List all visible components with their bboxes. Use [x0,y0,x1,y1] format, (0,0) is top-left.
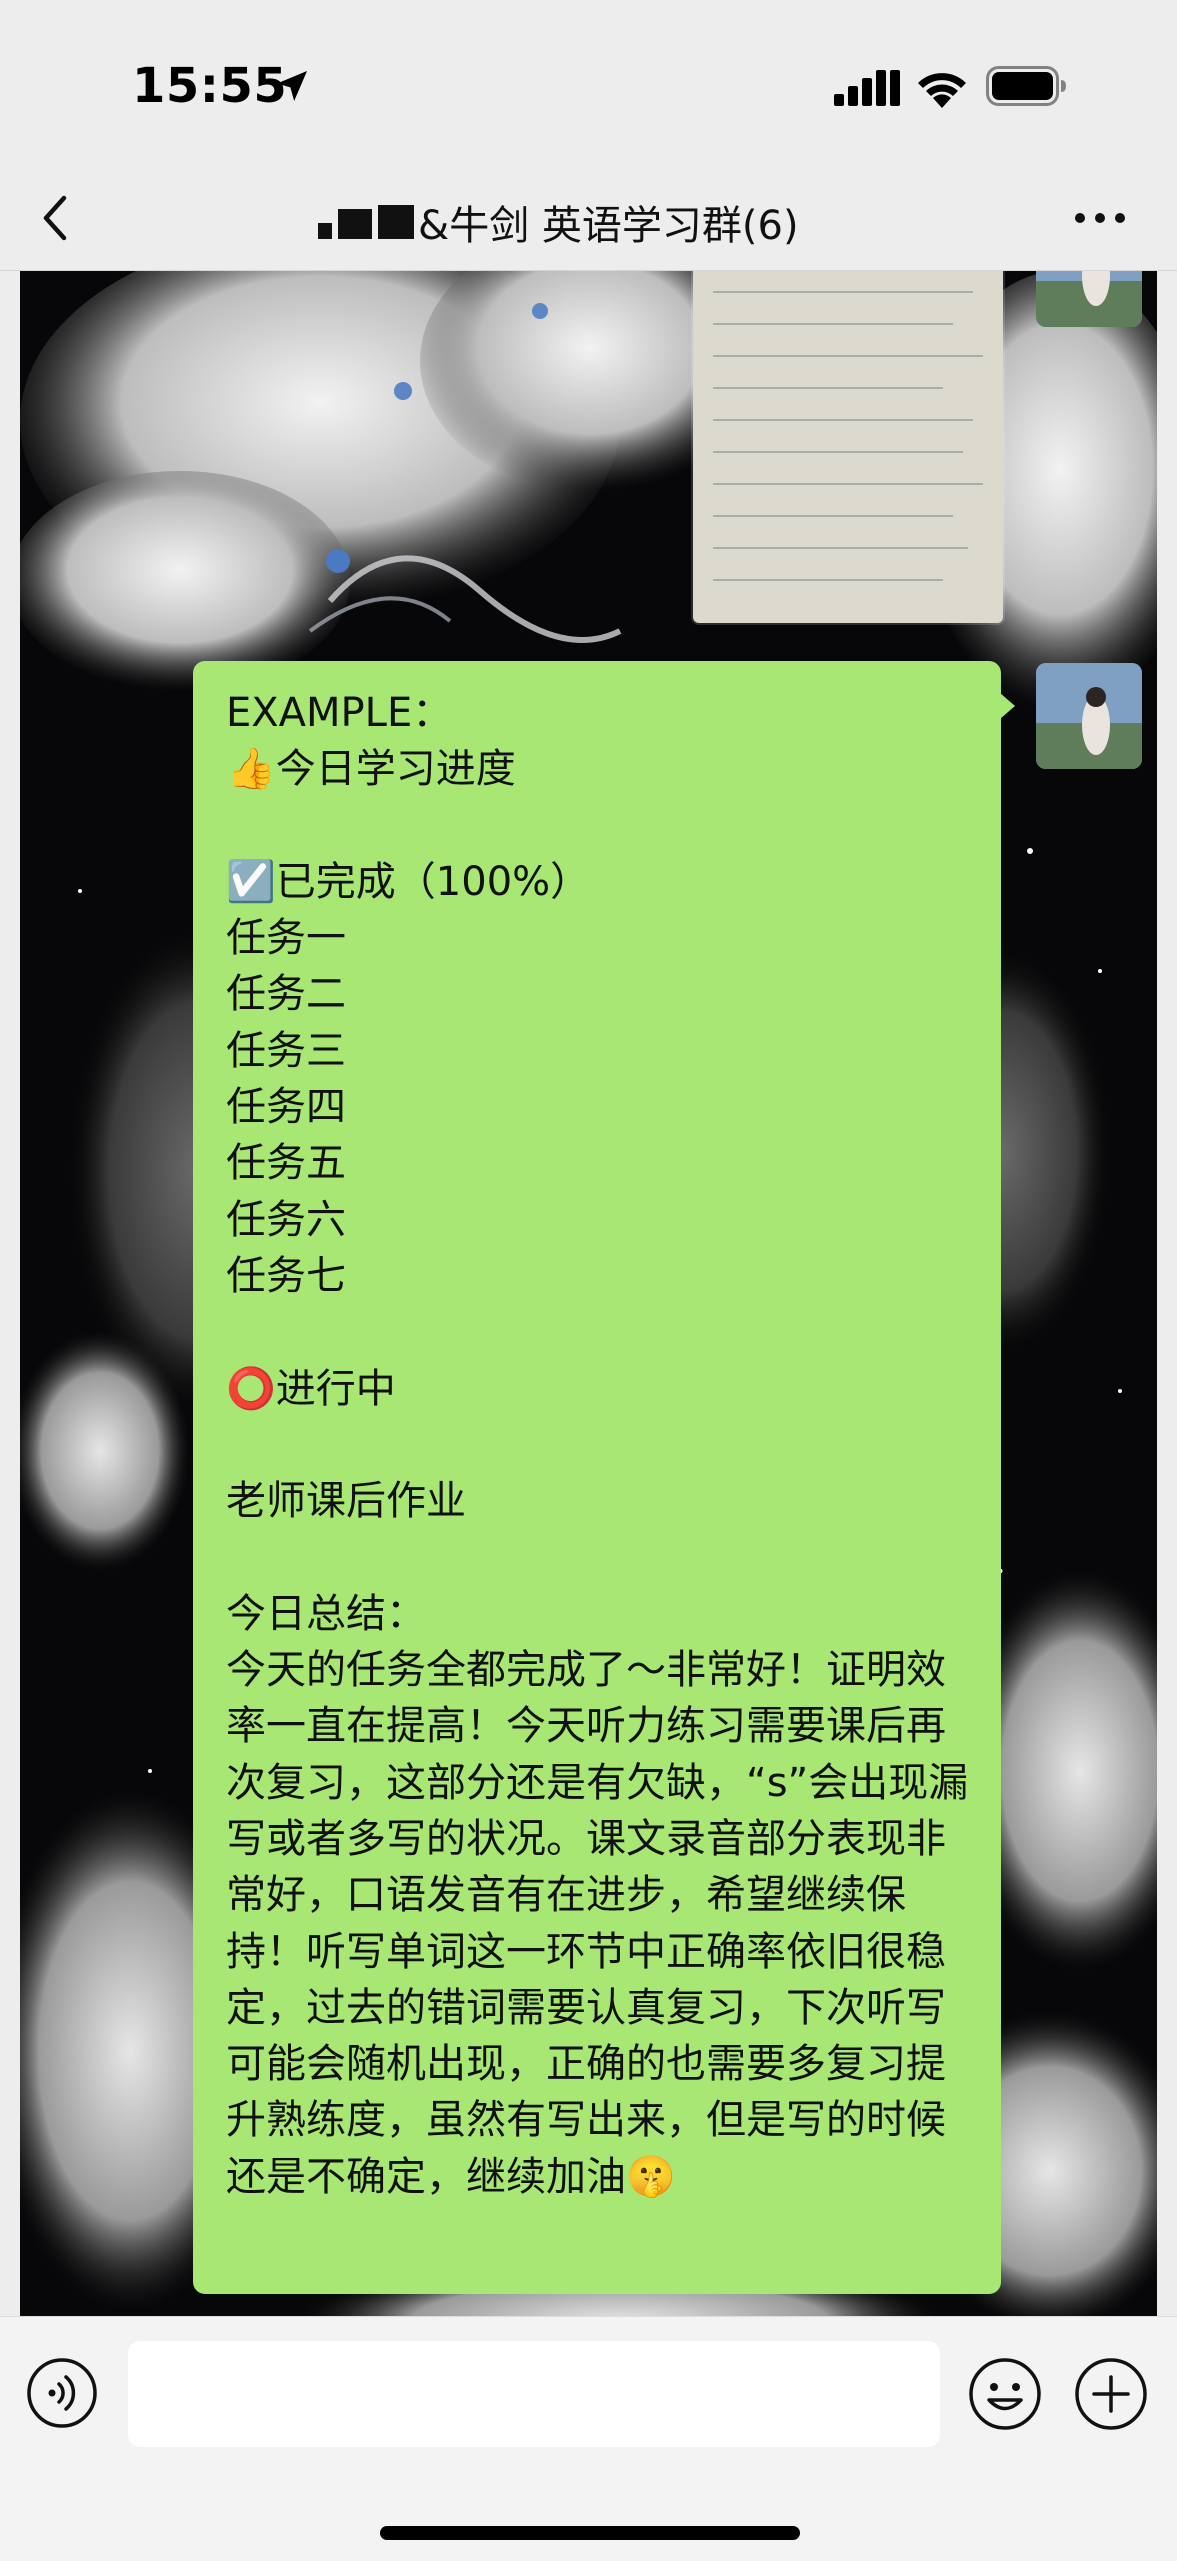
home-indicator [380,2526,800,2540]
message-input[interactable] [128,2341,940,2447]
avatar[interactable] [1036,271,1142,327]
location-arrow-icon [277,71,307,101]
input-bar [0,2316,1177,2561]
status-bar: 15:55 [0,0,1177,170]
back-icon[interactable] [36,184,76,252]
signal-icon [834,70,900,106]
redacted-name [318,205,414,239]
nav-bar: &牛剑 英语学习群(6) [0,170,1177,271]
plus-icon[interactable] [1074,2357,1148,2431]
wifi-icon [918,73,966,108]
bubble-tail [1000,693,1015,719]
chat-title-text: &牛剑 英语学习群(6) [418,203,799,249]
avatar-photo [1036,663,1142,769]
image-message[interactable] [693,271,1003,623]
emoji-icon[interactable] [968,2357,1042,2431]
avatar[interactable] [1036,663,1142,769]
message-bubble[interactable]: EXAMPLE： 👍今日学习进度 ☑️已完成（100%） 任务一 任务二 任务三… [193,661,1001,2294]
more-icon[interactable] [1072,200,1128,236]
battery-icon [986,66,1066,106]
chat-area[interactable]: EXAMPLE： 👍今日学习进度 ☑️已完成（100%） 任务一 任务二 任务三… [0,271,1177,2316]
avatar-photo [1036,271,1142,327]
chat-title: &牛剑 英语学习群(6) [318,194,799,250]
voice-icon[interactable] [26,2357,98,2429]
status-time: 15:55 [132,58,288,114]
